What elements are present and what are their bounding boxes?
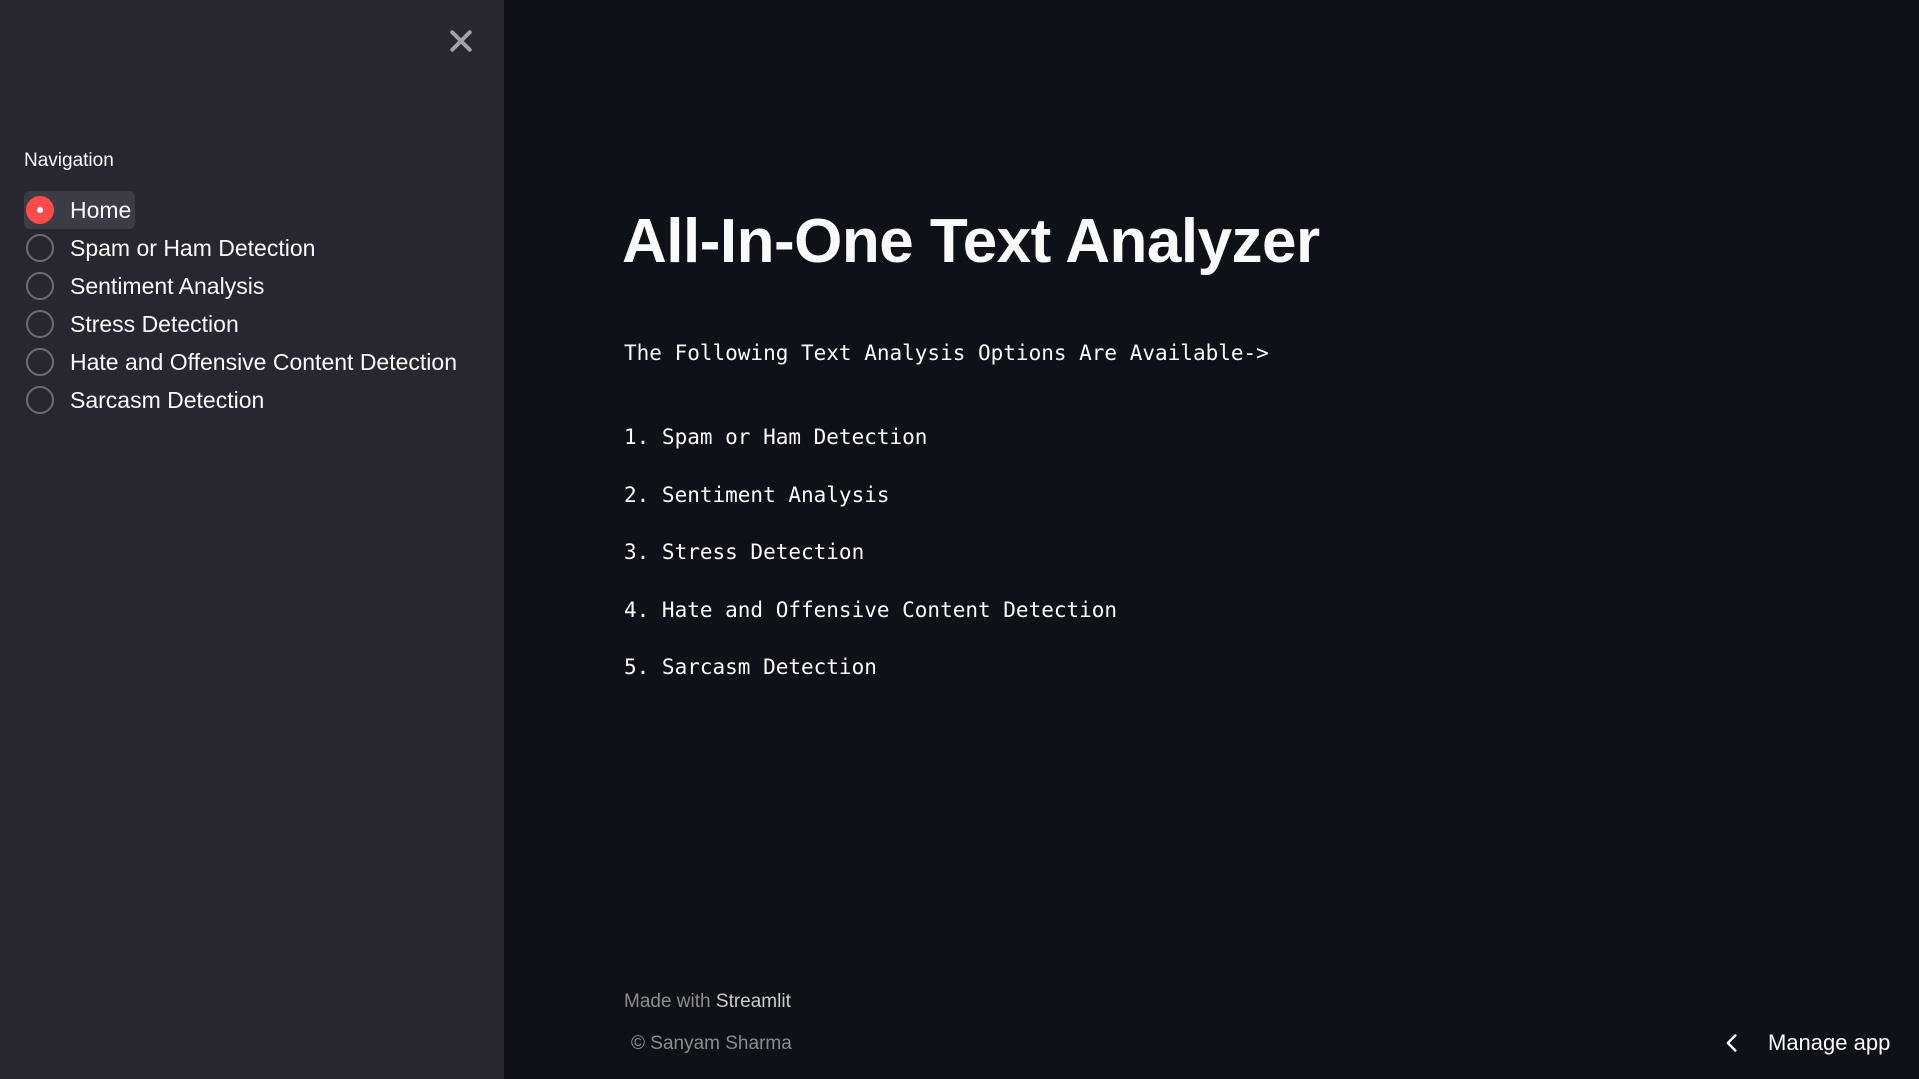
nav-radio-label: Home [70,196,132,223]
close-sidebar-button[interactable] [446,26,476,56]
footer-copyright: © Sanyam Sharma [631,1033,792,1054]
option-item: 3. Stress Detection [624,540,865,564]
option-item: 1. Spam or Ham Detection [624,425,928,449]
nav-radio-sentiment-analysis[interactable]: Sentiment Analysis [24,267,268,305]
streamlit-link[interactable]: Streamlit [716,991,791,1012]
page-title: All-In-One Text Analyzer [622,207,1320,276]
nav-radio-sarcasm-detection[interactable]: Sarcasm Detection [24,381,268,419]
chevron-left-icon [1726,1034,1737,1052]
option-item: 4. Hate and Offensive Content Detection [624,597,1118,622]
radio-unselected-icon [26,272,54,300]
nav-radio-label: Hate and Offensive Content Detection [70,348,457,375]
intro-text: The Following Text Analysis Options Are … [624,341,1269,365]
navigation-radio-group: Home Spam or Ham Detection Sentiment Ana… [24,191,461,419]
option-item: 5. Sarcasm Detection [624,655,877,679]
manage-app-button[interactable]: Manage app [1722,1030,1890,1056]
radio-unselected-icon [26,348,54,376]
nav-radio-label: Sarcasm Detection [70,386,265,413]
nav-radio-spam-or-ham[interactable]: Spam or Ham Detection [24,229,319,267]
nav-radio-hate-offensive[interactable]: Hate and Offensive Content Detection [24,343,461,381]
nav-radio-stress-detection[interactable]: Stress Detection [24,305,243,343]
radio-selected-icon [26,196,54,224]
manage-app-label: Manage app [1768,1030,1891,1055]
navigation-label: Navigation [24,150,114,171]
made-with-text: Made with [624,991,711,1012]
option-item: 2. Sentiment Analysis [624,482,890,507]
nav-radio-label: Spam or Ham Detection [70,234,316,261]
close-icon [450,30,472,52]
nav-radio-label: Sentiment Analysis [70,272,265,299]
footer-made-with: Made with Streamlit [624,991,791,1013]
nav-radio-home[interactable]: Home [24,191,136,229]
sidebar: Navigation Home Spam or Ham Detection Se… [0,0,504,1079]
nav-radio-label: Stress Detection [70,310,239,337]
options-list: 1. Spam or Ham Detection 2. Sentiment An… [624,425,1117,713]
radio-unselected-icon [26,310,54,338]
radio-unselected-icon [26,234,54,262]
radio-unselected-icon [26,386,54,414]
